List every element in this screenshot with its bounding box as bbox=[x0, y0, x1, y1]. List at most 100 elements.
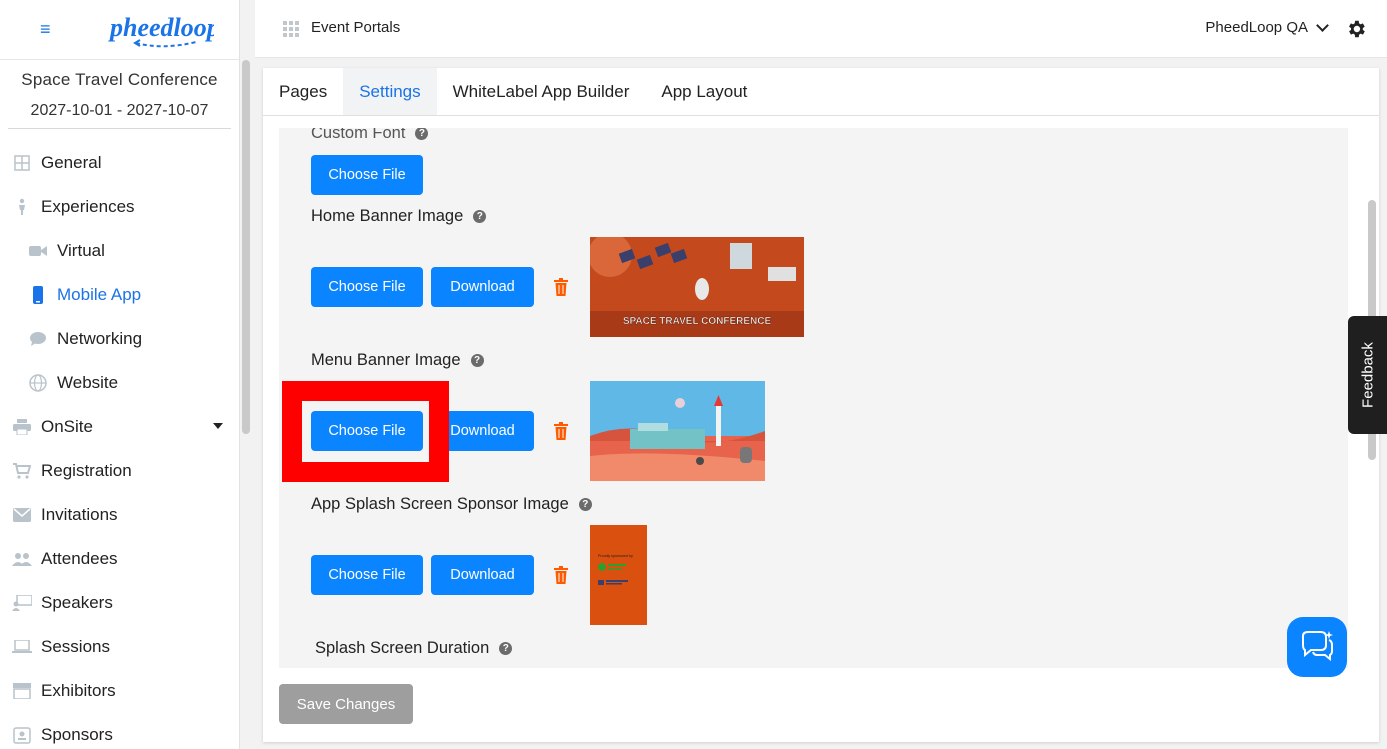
splash-sponsor-choose-file-button[interactable]: Choose File bbox=[311, 555, 423, 595]
sidebar-item-label: General bbox=[41, 153, 102, 172]
sidebar-scrollbar[interactable] bbox=[242, 60, 250, 434]
help-icon[interactable]: ? bbox=[473, 210, 487, 223]
tab-whitelabel-app-builder[interactable]: WhiteLabel App Builder bbox=[437, 68, 646, 115]
video-icon bbox=[28, 241, 48, 261]
chat-bubble-icon bbox=[28, 329, 48, 349]
chat-support-button[interactable] bbox=[1287, 617, 1347, 677]
sidebar-item-label: Speakers bbox=[41, 593, 113, 612]
sidebar-item-label: Sponsors bbox=[41, 725, 113, 744]
svg-text:pheedloop: pheedloop bbox=[108, 13, 214, 42]
splash-duration-label: Splash Screen Duration ? bbox=[315, 639, 513, 658]
home-banner-caption: SPACE TRAVEL CONFERENCE bbox=[623, 316, 772, 327]
apps-grid-icon[interactable] bbox=[283, 21, 299, 37]
menu-banner-download-button[interactable]: Download bbox=[431, 411, 534, 451]
tab-app-layout[interactable]: App Layout bbox=[645, 68, 763, 115]
sidebar-item-label: Registration bbox=[41, 461, 132, 480]
menu-banner-choose-file-button[interactable]: Choose File bbox=[311, 411, 423, 451]
account-dropdown[interactable]: PheedLoop QA bbox=[1205, 18, 1329, 36]
caret-down-icon[interactable] bbox=[213, 423, 223, 429]
laptop-icon bbox=[12, 637, 32, 657]
envelope-icon bbox=[12, 505, 32, 525]
sidebar-item-experiences[interactable]: Experiences bbox=[0, 185, 239, 229]
sidebar-item-networking[interactable]: Networking bbox=[0, 317, 239, 361]
hamburger-menu-icon[interactable]: ≡ bbox=[40, 20, 56, 38]
splash-sponsor-image: Proudly sponsored by bbox=[590, 525, 647, 625]
top-bar: Event Portals PheedLoop QA bbox=[255, 0, 1387, 58]
sidebar-item-invitations[interactable]: Invitations bbox=[0, 493, 239, 537]
save-changes-button[interactable]: Save Changes bbox=[279, 684, 413, 724]
settings-scroll-panel: Custom Font ? Choose File Home Banner Im… bbox=[279, 128, 1348, 668]
help-icon[interactable]: ? bbox=[470, 354, 484, 367]
chat-bubbles-icon bbox=[1302, 631, 1333, 662]
custom-font-label: Custom Font ? bbox=[311, 128, 429, 143]
splash-sponsor-trash-icon[interactable] bbox=[554, 566, 568, 584]
sidebar-item-label: Virtual bbox=[57, 241, 105, 260]
sidebar-item-sponsors[interactable]: Sponsors bbox=[0, 713, 239, 749]
splash-sponsor-label: App Splash Screen Sponsor Image ? bbox=[311, 495, 592, 514]
storefront-icon bbox=[12, 681, 32, 701]
sidebar-item-sessions[interactable]: Sessions bbox=[0, 625, 239, 669]
splash-sponsor-download-button[interactable]: Download bbox=[431, 555, 534, 595]
tab-bar: Pages Settings WhiteLabel App Builder Ap… bbox=[263, 68, 1379, 116]
presenter-icon bbox=[12, 593, 32, 613]
person-icon bbox=[12, 197, 32, 217]
badge-icon bbox=[12, 725, 32, 745]
sidebar-item-label: Exhibitors bbox=[41, 681, 116, 700]
menu-banner-label-text: Menu Banner Image bbox=[311, 351, 461, 369]
sidebar-item-mobile-app[interactable]: Mobile App bbox=[0, 273, 239, 317]
sidebar-nav: General Experiences Virtual Mobile App N… bbox=[0, 141, 239, 749]
event-portals-link[interactable]: Event Portals bbox=[311, 19, 400, 36]
custom-font-choose-file-button[interactable]: Choose File bbox=[311, 155, 423, 195]
event-dates: 2027-10-01 - 2027-10-07 bbox=[8, 102, 231, 129]
feedback-tab[interactable]: Feedback bbox=[1348, 316, 1387, 434]
sponsor-caption: Proudly sponsored by bbox=[598, 554, 633, 558]
help-icon[interactable]: ? bbox=[578, 498, 592, 511]
people-icon bbox=[12, 549, 32, 569]
feedback-label: Feedback bbox=[1359, 342, 1376, 408]
cart-icon bbox=[12, 461, 32, 481]
menu-banner-label: Menu Banner Image ? bbox=[311, 351, 484, 370]
home-banner-label-text: Home Banner Image bbox=[311, 207, 464, 225]
sidebar-item-label: Invitations bbox=[41, 505, 118, 524]
sidebar-item-attendees[interactable]: Attendees bbox=[0, 537, 239, 581]
sidebar-item-label: Attendees bbox=[41, 549, 118, 568]
help-icon[interactable]: ? bbox=[415, 128, 429, 140]
home-banner-choose-file-button[interactable]: Choose File bbox=[311, 267, 423, 307]
home-banner-label: Home Banner Image ? bbox=[311, 207, 487, 226]
home-banner-trash-icon[interactable] bbox=[554, 278, 568, 296]
sidebar-item-label: Sessions bbox=[41, 637, 110, 656]
home-banner-download-button[interactable]: Download bbox=[431, 267, 534, 307]
globe-icon bbox=[28, 373, 48, 393]
sidebar-header: ≡ pheedloop bbox=[0, 0, 239, 60]
sidebar-item-label: OnSite bbox=[41, 417, 93, 436]
grid-icon bbox=[12, 153, 32, 173]
menu-banner-image bbox=[590, 381, 765, 481]
sidebar-item-website[interactable]: Website bbox=[0, 361, 239, 405]
sidebar-item-onsite[interactable]: OnSite bbox=[0, 405, 239, 449]
event-name: Space Travel Conference bbox=[21, 70, 218, 89]
sidebar-item-label: Experiences bbox=[41, 197, 135, 216]
tab-settings[interactable]: Settings bbox=[343, 68, 437, 115]
tab-pages[interactable]: Pages bbox=[263, 68, 343, 115]
custom-font-label-text: Custom Font bbox=[311, 128, 406, 142]
sidebar-item-exhibitors[interactable]: Exhibitors bbox=[0, 669, 239, 713]
home-banner-image: SPACE TRAVEL CONFERENCE bbox=[590, 237, 804, 337]
gear-icon[interactable] bbox=[1345, 18, 1367, 40]
help-icon[interactable]: ? bbox=[499, 642, 513, 655]
sidebar: ≡ pheedloop Space Travel Conference 2027… bbox=[0, 0, 240, 749]
sidebar-item-registration[interactable]: Registration bbox=[0, 449, 239, 493]
sidebar-item-label: Website bbox=[57, 373, 119, 392]
menu-banner-trash-icon[interactable] bbox=[554, 422, 568, 440]
sidebar-item-virtual[interactable]: Virtual bbox=[0, 229, 239, 273]
pheedloop-logo[interactable]: pheedloop bbox=[108, 12, 214, 52]
settings-card: Pages Settings WhiteLabel App Builder Ap… bbox=[263, 68, 1379, 742]
sidebar-item-label: Mobile App bbox=[57, 285, 142, 304]
sidebar-item-speakers[interactable]: Speakers bbox=[0, 581, 239, 625]
splash-sponsor-label-text: App Splash Screen Sponsor Image bbox=[311, 495, 569, 513]
splash-duration-label-text: Splash Screen Duration bbox=[315, 639, 490, 657]
sidebar-item-general[interactable]: General bbox=[0, 141, 239, 185]
account-name: PheedLoop QA bbox=[1205, 19, 1308, 36]
printer-icon bbox=[12, 417, 32, 437]
sidebar-item-label: Networking bbox=[57, 329, 143, 348]
phone-icon bbox=[28, 285, 48, 305]
